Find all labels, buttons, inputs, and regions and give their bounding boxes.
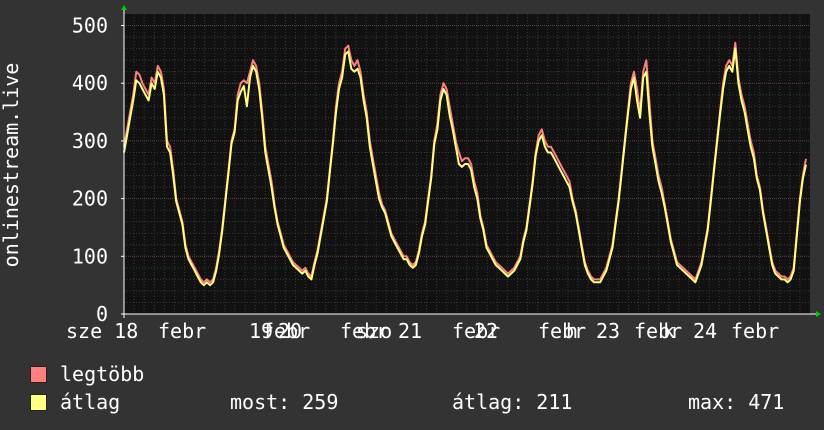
- y-tick-label: 100: [72, 244, 108, 268]
- x-tick-label: h: [566, 319, 578, 343]
- x-tick-label: febr: [158, 319, 206, 343]
- x-tick-label: 20: [278, 319, 302, 343]
- y-axis-arrow: [121, 5, 127, 10]
- y-tick-labels: 0100200300400500: [72, 14, 124, 326]
- x-tick-label: 21: [398, 319, 422, 343]
- x-tick-label: 22: [474, 319, 498, 343]
- legend-label-max: legtöbb: [60, 362, 145, 386]
- y-axis-label: onlinestream.live: [0, 63, 23, 268]
- y-tick-label: 300: [72, 129, 108, 153]
- y-tick-label: 500: [72, 14, 108, 38]
- y-tick-label: 400: [72, 71, 108, 95]
- x-axis-arrow: [816, 311, 821, 317]
- y-tick-label: 200: [72, 187, 108, 211]
- stat-average: átlag: 211: [452, 390, 573, 414]
- x-tick-label: febr: [538, 319, 586, 343]
- legend-swatch-average: [30, 394, 47, 411]
- x-tick-label: febr: [731, 319, 779, 343]
- legend-label-average: átlag: [60, 390, 121, 414]
- stat-max: max: 471: [688, 390, 785, 414]
- x-tick-label: sze 18: [66, 319, 138, 343]
- x-tick-label: 24: [693, 319, 717, 343]
- legend-swatch-max: [30, 366, 47, 383]
- x-tick-labels: sze 18 febr 19febr20 febrszo 21 febr22 febrh 23…: [66, 319, 779, 343]
- legend-item-max: legtöbb: [30, 363, 230, 385]
- stat-current: most: 259: [230, 390, 339, 414]
- x-tick-label: 23: [596, 319, 620, 343]
- x-tick-label: k: [663, 319, 675, 343]
- legend-item-average: átlag most: 259 átlag: 211 max: 471: [30, 391, 810, 413]
- x-tick-label: szo: [356, 319, 392, 343]
